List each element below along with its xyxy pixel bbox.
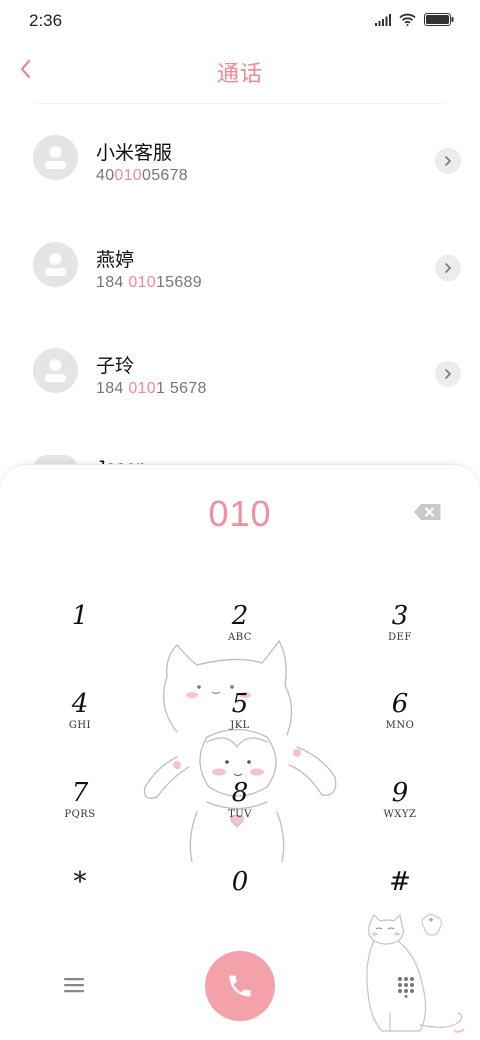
- page-title: 通话: [216, 61, 263, 86]
- key-6[interactable]: 6 MNO: [345, 689, 455, 767]
- key-3[interactable]: 3 DEF: [345, 601, 455, 679]
- person-icon: [45, 253, 66, 276]
- chevron-right-icon: [445, 369, 452, 379]
- wifi-icon: [399, 13, 416, 26]
- phone-icon: [229, 975, 251, 997]
- contact-number: 184 01015689: [96, 274, 202, 291]
- contact-name: 子玲: [96, 356, 135, 377]
- menu-icon[interactable]: [62, 975, 86, 995]
- key-4[interactable]: 4 GHI: [25, 689, 135, 767]
- contact-name: 小米客服: [96, 143, 173, 164]
- key-1[interactable]: 1: [25, 601, 135, 679]
- contact-detail-button[interactable]: [435, 255, 461, 281]
- chevron-right-icon: [445, 156, 452, 166]
- status-icons: [375, 13, 454, 26]
- signal-icon: [375, 13, 391, 26]
- key-7[interactable]: 7 PQRS: [25, 778, 135, 856]
- avatar: [33, 135, 78, 180]
- avatar: [33, 348, 78, 393]
- contact-detail-button[interactable]: [435, 148, 461, 174]
- dial-input[interactable]: 010: [0, 493, 480, 535]
- contact-number: 184 0101 5678: [96, 380, 207, 397]
- contact-number: 4001005678: [96, 167, 189, 184]
- chevron-right-icon: [445, 263, 452, 273]
- key-5[interactable]: 5 JKL: [185, 689, 295, 767]
- call-button[interactable]: [205, 951, 275, 1021]
- divider: [38, 103, 442, 104]
- contact-row[interactable]: 燕婷 184 01015689: [0, 219, 480, 323]
- backspace-icon[interactable]: [413, 503, 441, 521]
- person-icon: [45, 146, 66, 169]
- key-2[interactable]: 2 ABC: [185, 601, 295, 679]
- key-8[interactable]: 8 TUV: [185, 778, 295, 856]
- keypad-icon[interactable]: [396, 976, 416, 998]
- key-star[interactable]: *: [25, 867, 135, 945]
- key-9[interactable]: 9 WXYZ: [345, 778, 455, 856]
- key-hash[interactable]: #: [345, 867, 455, 945]
- contact-detail-button[interactable]: [435, 361, 461, 387]
- person-icon: [45, 359, 66, 382]
- dialer-panel: 010 1 2 ABC 3 DEF 4 GHI 5 JKL 6 MNO 7 PQ…: [0, 464, 480, 1040]
- contact-row[interactable]: 小米客服 4001005678: [0, 112, 480, 216]
- contact-name: 燕婷: [96, 250, 135, 271]
- avatar: [33, 242, 78, 287]
- key-0[interactable]: 0: [185, 867, 295, 945]
- top-bar: 通话: [0, 40, 480, 100]
- battery-icon: [424, 13, 454, 26]
- status-bar: 2:36: [0, 0, 480, 40]
- contact-row[interactable]: 子玲 184 0101 5678: [0, 325, 480, 429]
- status-time: 2:36: [29, 11, 63, 30]
